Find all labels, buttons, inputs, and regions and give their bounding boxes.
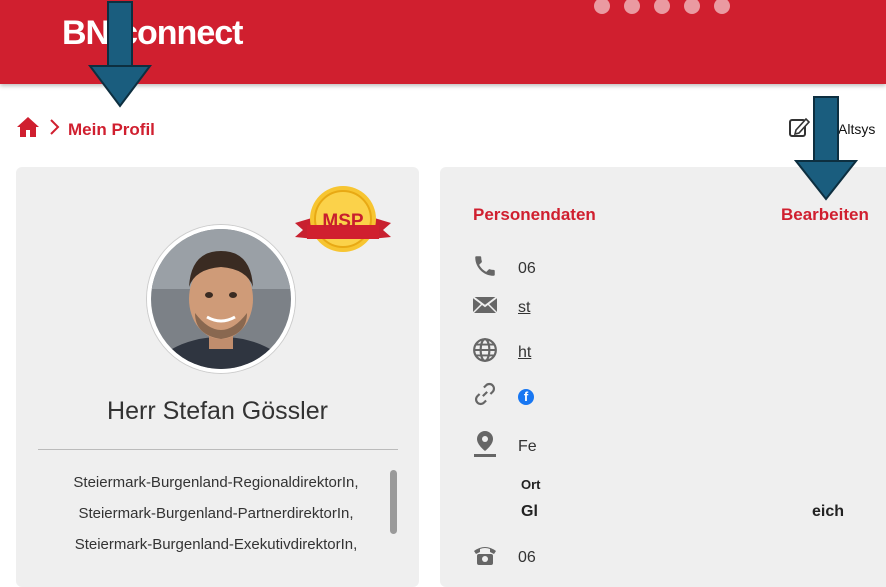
ort-value-tail: eich — [812, 503, 845, 520]
mail-icon — [472, 295, 498, 320]
divider — [38, 449, 398, 450]
dot — [654, 0, 670, 14]
phone-value[interactable]: 06 — [518, 260, 536, 278]
roles-scrollbar[interactable] — [390, 470, 397, 534]
landline-value[interactable]: 06 — [518, 549, 536, 567]
role-item: Steiermark-Burgenland-PartnerdirektorIn, — [78, 505, 354, 522]
social-row: f — [472, 381, 534, 412]
annotation-arrow-down-icon — [88, 1, 152, 108]
landline-row: 06 — [472, 543, 536, 572]
breadcrumb: Mein Profil — [16, 116, 155, 143]
phone-icon — [472, 253, 498, 284]
profile-card: MSP Herr Stefan Gössler Steiermark-Burge… — [16, 167, 419, 587]
personendaten-card: Personendaten Bearbeiten 06 st ht f Fe O… — [440, 167, 886, 587]
home-icon[interactable] — [16, 116, 40, 143]
globe-icon — [472, 337, 498, 368]
chevron-right-icon — [48, 118, 60, 141]
dot — [684, 0, 700, 14]
email-row: st — [472, 295, 530, 320]
badge-label: MSP — [322, 211, 364, 232]
address-row: Fe — [472, 429, 537, 464]
decorative-dots — [594, 0, 730, 14]
annotation-arrow-down-icon — [794, 96, 858, 201]
avatar — [147, 225, 295, 373]
facebook-icon[interactable]: f — [518, 388, 534, 405]
address-value: Fe — [518, 437, 537, 455]
phone-row: 06 — [472, 253, 536, 284]
dot — [594, 0, 610, 14]
dot — [624, 0, 640, 14]
website-link[interactable]: ht — [518, 344, 531, 362]
section-title: Personendaten — [473, 205, 596, 224]
msp-badge-icon: MSP — [295, 186, 391, 252]
ort-label: Ort — [521, 477, 541, 492]
email-link[interactable]: st — [518, 299, 530, 317]
profile-name: Herr Stefan Gössler — [107, 397, 328, 425]
dot — [714, 0, 730, 14]
location-pin-icon — [472, 429, 498, 464]
ort-value: Gl — [521, 503, 538, 520]
website-row: ht — [472, 337, 531, 368]
roles-list: Steiermark-Burgenland-RegionaldirektorIn… — [36, 467, 396, 560]
role-item: Steiermark-Burgenland-ExekutivdirektorIn… — [74, 536, 358, 553]
link-icon — [472, 381, 498, 412]
breadcrumb-current[interactable]: Mein Profil — [68, 120, 155, 140]
edit-button[interactable]: Bearbeiten — [781, 205, 869, 225]
role-item: Steiermark-Burgenland-RegionaldirektorIn… — [73, 474, 359, 491]
telephone-icon — [472, 543, 498, 572]
